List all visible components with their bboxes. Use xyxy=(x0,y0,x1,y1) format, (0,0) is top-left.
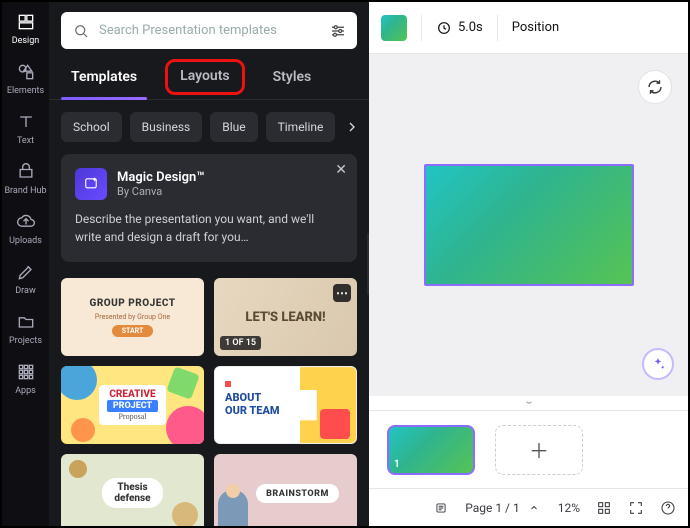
position-button[interactable]: Position xyxy=(512,20,559,35)
duration-button[interactable]: 5.0s xyxy=(436,20,483,36)
notes-icon xyxy=(433,500,449,516)
page-thumb-number: 1 xyxy=(394,459,400,470)
canvas-area: 5.0s Position 1 ＋ xyxy=(369,2,688,526)
thumb-label: LET'S LEARN! xyxy=(245,310,325,325)
magic-float-button[interactable] xyxy=(642,348,674,380)
thumb-label: OUR TEAM xyxy=(225,404,280,417)
tab-styles[interactable]: Styles xyxy=(269,59,316,99)
add-page-button[interactable]: ＋ xyxy=(495,425,583,475)
uploads-icon xyxy=(16,212,36,232)
rail-label: Brand Hub xyxy=(4,186,46,196)
magic-icon xyxy=(75,168,107,200)
divider xyxy=(421,15,422,41)
thumb-label: CREATIVE xyxy=(109,389,155,400)
search-icon xyxy=(71,21,91,41)
bottom-bar: Page 1 / 1 12% xyxy=(369,488,688,526)
rail-label: Uploads xyxy=(9,236,42,246)
help-button[interactable] xyxy=(660,500,676,516)
template-thumb[interactable]: BRAINSTORM xyxy=(214,454,357,526)
chip-business[interactable]: Business xyxy=(130,112,203,142)
rail-label: Text xyxy=(17,136,34,146)
page-thumb[interactable]: 1 xyxy=(387,425,475,475)
side-panel: Templates Layouts Styles School Business… xyxy=(49,2,369,526)
thumb-badge: 1 OF 15 xyxy=(220,336,261,350)
page-label: Page 1 / 1 xyxy=(465,501,520,515)
rail-draw[interactable]: Draw xyxy=(2,262,49,296)
magic-description: Describe the presentation you want, and … xyxy=(75,210,343,246)
rail-brand-hub[interactable]: Brand Hub xyxy=(2,162,49,196)
grid-icon xyxy=(596,500,612,516)
collapse-thumbs-handle[interactable] xyxy=(369,396,688,410)
grid-view-button[interactable] xyxy=(596,500,612,516)
duration-value: 5.0s xyxy=(458,20,483,35)
thumb-label: GROUP PROJECT xyxy=(90,298,176,309)
rail-elements[interactable]: Elements xyxy=(2,62,49,96)
brand-hub-icon xyxy=(16,162,36,182)
rail-label: Projects xyxy=(9,336,42,346)
page-thumbs: 1 ＋ xyxy=(369,410,688,488)
template-thumb[interactable]: GROUP PROJECT Presented by Group One STA… xyxy=(61,278,204,356)
zoom-level[interactable]: 12% xyxy=(558,501,580,515)
search-input[interactable] xyxy=(99,23,321,38)
text-icon xyxy=(16,112,36,132)
draw-icon xyxy=(16,262,36,282)
close-icon[interactable]: ✕ xyxy=(335,162,347,178)
more-icon[interactable]: ⋯ xyxy=(333,284,351,302)
chip-timeline[interactable]: Timeline xyxy=(266,112,336,142)
tab-templates[interactable]: Templates xyxy=(67,59,141,99)
template-thumb[interactable]: CREATIVE PROJECT Proposal xyxy=(61,366,204,444)
rail-label: Elements xyxy=(7,86,44,96)
stage[interactable] xyxy=(369,54,688,396)
rail-label: Design xyxy=(12,36,40,46)
tab-layouts[interactable]: Layouts xyxy=(165,59,244,95)
canvas-toolbar: 5.0s Position xyxy=(369,2,688,54)
chip-scroll-right[interactable] xyxy=(343,118,361,136)
search-bar[interactable] xyxy=(61,12,357,49)
thumb-label: Thesis xyxy=(117,482,147,493)
panel-tabs: Templates Layouts Styles xyxy=(49,59,369,100)
elements-icon xyxy=(16,62,36,82)
slide-canvas[interactable] xyxy=(424,164,634,286)
chip-row: School Business Blue Timeline xyxy=(49,100,369,142)
template-thumb[interactable]: ABOUT OUR TEAM xyxy=(214,366,357,444)
apps-icon xyxy=(16,362,36,382)
template-thumb[interactable]: Thesis defense xyxy=(61,454,204,526)
refresh-button[interactable] xyxy=(638,70,672,104)
chip-blue[interactable]: Blue xyxy=(210,112,257,142)
magic-subtitle: By Canva xyxy=(117,185,205,198)
color-swatch[interactable] xyxy=(381,15,407,41)
thumb-label: PROJECT xyxy=(107,400,158,412)
design-icon xyxy=(16,12,36,32)
thumb-label: defense xyxy=(114,493,150,504)
divider xyxy=(497,15,498,41)
rail-projects[interactable]: Projects xyxy=(2,312,49,346)
rail-uploads[interactable]: Uploads xyxy=(2,212,49,246)
chevron-up-icon xyxy=(526,500,542,516)
filters-icon[interactable] xyxy=(329,22,347,40)
thumb-label: BRAINSTORM xyxy=(266,489,329,499)
app-root: Design Elements Text Brand Hub Uploads D… xyxy=(0,0,690,528)
magic-design-card[interactable]: ✕ Magic Design™ By Canva Describe the pr… xyxy=(61,154,357,262)
help-icon xyxy=(660,500,676,516)
clock-icon xyxy=(436,20,452,36)
thumb-label: ABOUT xyxy=(225,391,280,404)
nav-rail: Design Elements Text Brand Hub Uploads D… xyxy=(2,2,49,526)
page-indicator[interactable]: Page 1 / 1 xyxy=(465,500,542,516)
template-grid: GROUP PROJECT Presented by Group One STA… xyxy=(49,274,369,526)
projects-icon xyxy=(16,312,36,332)
rail-text[interactable]: Text xyxy=(2,112,49,146)
magic-titles: Magic Design™ By Canva xyxy=(117,170,205,198)
rail-design[interactable]: Design xyxy=(2,12,49,46)
rail-label: Apps xyxy=(15,386,36,396)
rail-apps[interactable]: Apps xyxy=(2,362,49,396)
expand-icon xyxy=(628,500,644,516)
rail-label: Draw xyxy=(15,286,35,296)
template-thumb[interactable]: ⋯ LET'S LEARN! 1 OF 15 xyxy=(214,278,357,356)
present-button[interactable] xyxy=(628,500,644,516)
magic-header: Magic Design™ By Canva xyxy=(75,168,343,200)
magic-title: Magic Design™ xyxy=(117,170,205,185)
chip-school[interactable]: School xyxy=(61,112,122,142)
notes-toggle[interactable] xyxy=(433,500,449,516)
